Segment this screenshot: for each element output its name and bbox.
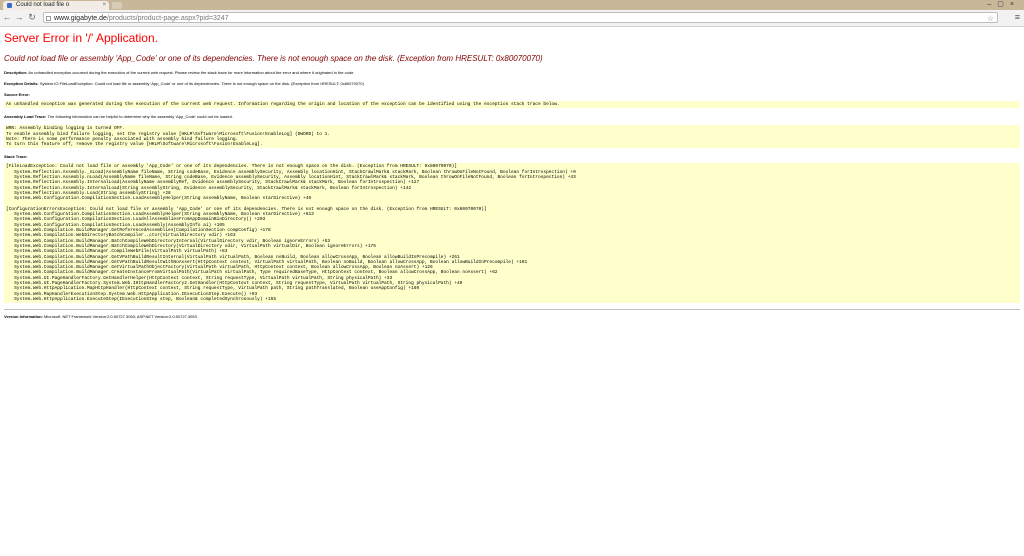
url-host: www.gigabyte.de <box>54 15 107 22</box>
exception-details-label: Exception Details: <box>4 81 39 86</box>
reload-icon[interactable]: ↻ <box>27 12 37 23</box>
bookmark-star-icon[interactable]: ☆ <box>987 13 994 24</box>
url-path: /products/product-page.aspx?pid=3247 <box>106 15 229 22</box>
browser-tab[interactable]: Could not load file o × <box>3 1 109 10</box>
address-bar[interactable]: www.gigabyte.de/products/product-page.as… <box>43 12 998 23</box>
description-label: Description: <box>4 70 28 75</box>
close-tab-icon[interactable]: × <box>102 1 106 10</box>
version-information-text: Microsoft .NET Framework Version:2.0.507… <box>44 314 197 320</box>
stack-trace-box: [FileLoadException: Could not load file … <box>4 163 1020 304</box>
version-information-label: Version Information: <box>4 314 43 320</box>
page-icon <box>46 16 51 21</box>
back-arrow-icon[interactable]: ← <box>2 12 12 23</box>
browser-toolbar: ← → ↻ www.gigabyte.de/products/product-p… <box>0 10 1024 27</box>
divider <box>4 309 1020 311</box>
forward-arrow-icon[interactable]: → <box>14 12 24 23</box>
version-information-line: Version Information: Microsoft .NET Fram… <box>4 314 1020 319</box>
assembly-load-trace-label: Assembly Load Trace: <box>4 114 47 120</box>
tab-title: Could not load file o <box>16 2 70 8</box>
description-text: An unhandled exception occurred during t… <box>28 70 355 75</box>
exception-details-line: Exception Details: System.IO.FileLoadExc… <box>4 81 1020 87</box>
assembly-load-trace-text: The following information can be helpful… <box>47 114 233 120</box>
page-title: Server Error in '/' Application. <box>4 31 158 45</box>
assembly-load-trace-box: WRN: Assembly binding logging is turned … <box>4 125 1020 149</box>
tab-strip: Could not load file o × –▢× <box>0 0 1024 10</box>
description-line: Description: An unhandled exception occu… <box>4 70 1020 76</box>
new-tab-button[interactable] <box>112 2 122 9</box>
source-error-box: An unhandled exception was generated dur… <box>4 101 1020 109</box>
exception-details-text: System.IO.FileLoadException: Could not l… <box>39 81 364 86</box>
window-controls[interactable]: –▢× <box>987 0 1020 10</box>
source-error-label: Source Error: <box>4 92 30 97</box>
page-content: Server Error in '/' Application. Could n… <box>0 31 1024 319</box>
favicon-icon <box>7 3 12 8</box>
assembly-load-trace-line: Assembly Load Trace: The following infor… <box>4 114 1020 120</box>
stack-trace-label: Stack Trace: <box>4 154 28 160</box>
menu-icon[interactable]: ≡ <box>1015 12 1020 23</box>
error-heading: Could not load file or assembly 'App_Cod… <box>4 54 543 63</box>
